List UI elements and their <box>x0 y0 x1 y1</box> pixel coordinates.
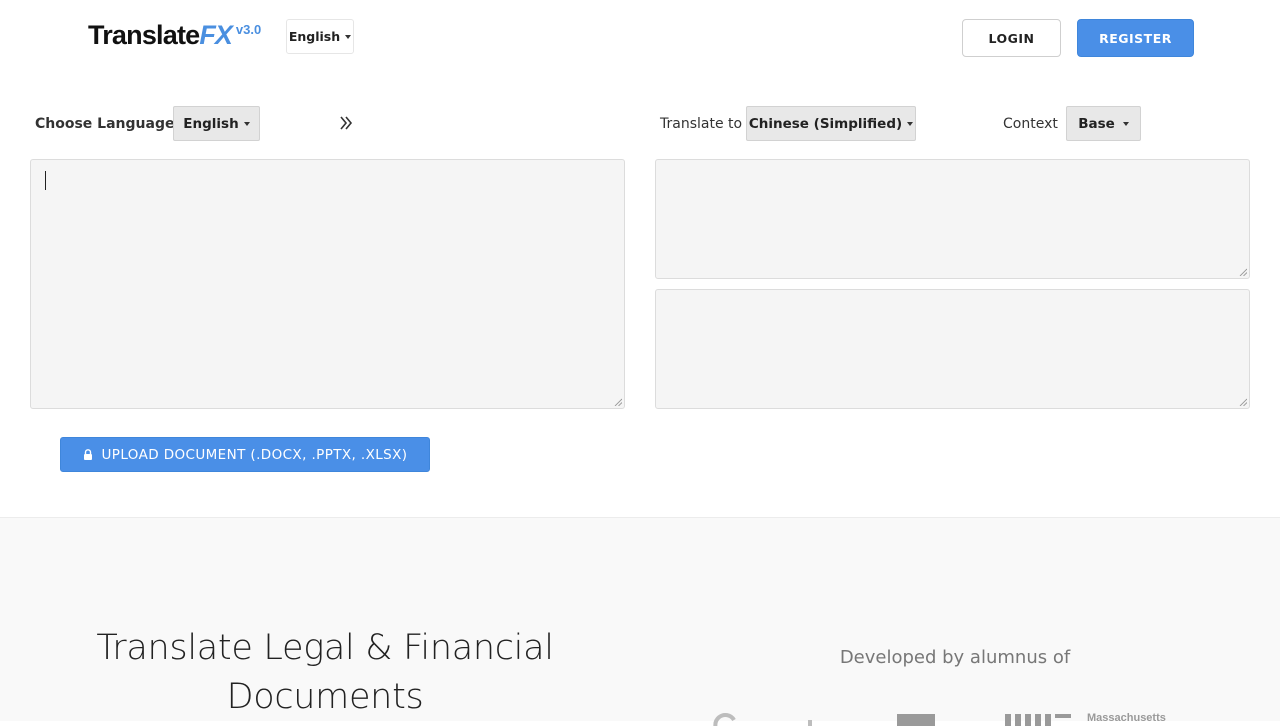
register-button[interactable]: REGISTER <box>1077 19 1194 57</box>
context-value: Base <box>1078 115 1115 132</box>
headline-line-1: Translate Legal & Financial <box>96 628 554 668</box>
secondary-output[interactable] <box>655 289 1250 409</box>
logo-accent: FX <box>199 20 233 50</box>
university-logo-2-mark <box>808 720 812 726</box>
source-text-input[interactable] <box>30 159 625 409</box>
university-logo-1 <box>713 713 736 726</box>
ui-language-dropdown[interactable]: English <box>286 19 354 54</box>
caret-down-icon <box>243 121 250 126</box>
resize-handle-icon[interactable] <box>614 398 622 406</box>
source-language-value: English <box>183 115 239 132</box>
university-logo-4 <box>1005 714 1071 726</box>
swap-languages-icon[interactable] <box>337 114 355 132</box>
login-button[interactable]: LOGIN <box>962 19 1061 57</box>
source-language-label: Choose Language: <box>35 116 181 132</box>
target-language-label: Translate to <box>660 116 743 132</box>
text-cursor <box>45 171 46 190</box>
target-language-dropdown[interactable]: Chinese (Simplified) <box>746 106 916 141</box>
logo-text: Translate <box>88 20 200 50</box>
upload-document-label: UPLOAD DOCUMENT (.DOCX, .PPTX, .XLSX) <box>101 446 408 463</box>
context-label: Context <box>1003 116 1058 132</box>
caret-down-icon <box>345 34 352 39</box>
translation-output[interactable] <box>655 159 1250 279</box>
context-dropdown[interactable]: Base <box>1066 106 1141 141</box>
developed-by-text: Developed by alumnus of <box>839 647 1071 668</box>
caret-down-icon <box>1122 121 1129 126</box>
target-language-value: Chinese (Simplified) <box>748 115 903 132</box>
marketing-headline: Translate Legal & Financial Documents <box>60 624 590 722</box>
alumni-logo-text: Massachusetts <box>1087 712 1166 724</box>
ui-language-value: English <box>288 29 341 44</box>
resize-handle-icon[interactable] <box>1239 268 1247 276</box>
headline-line-2: Documents <box>226 677 424 717</box>
source-language-dropdown[interactable]: English <box>173 106 260 141</box>
caret-down-icon <box>907 121 914 126</box>
university-logo-3 <box>897 714 935 726</box>
app-logo[interactable]: Translate FX v3.0 <box>88 18 261 52</box>
logo-version: v3.0 <box>235 22 262 37</box>
upload-document-button[interactable]: UPLOAD DOCUMENT (.DOCX, .PPTX, .XLSX) <box>60 437 430 472</box>
alumni-logos: Massachusetts <box>713 712 1166 726</box>
lock-icon <box>83 449 92 460</box>
resize-handle-icon[interactable] <box>1239 398 1247 406</box>
